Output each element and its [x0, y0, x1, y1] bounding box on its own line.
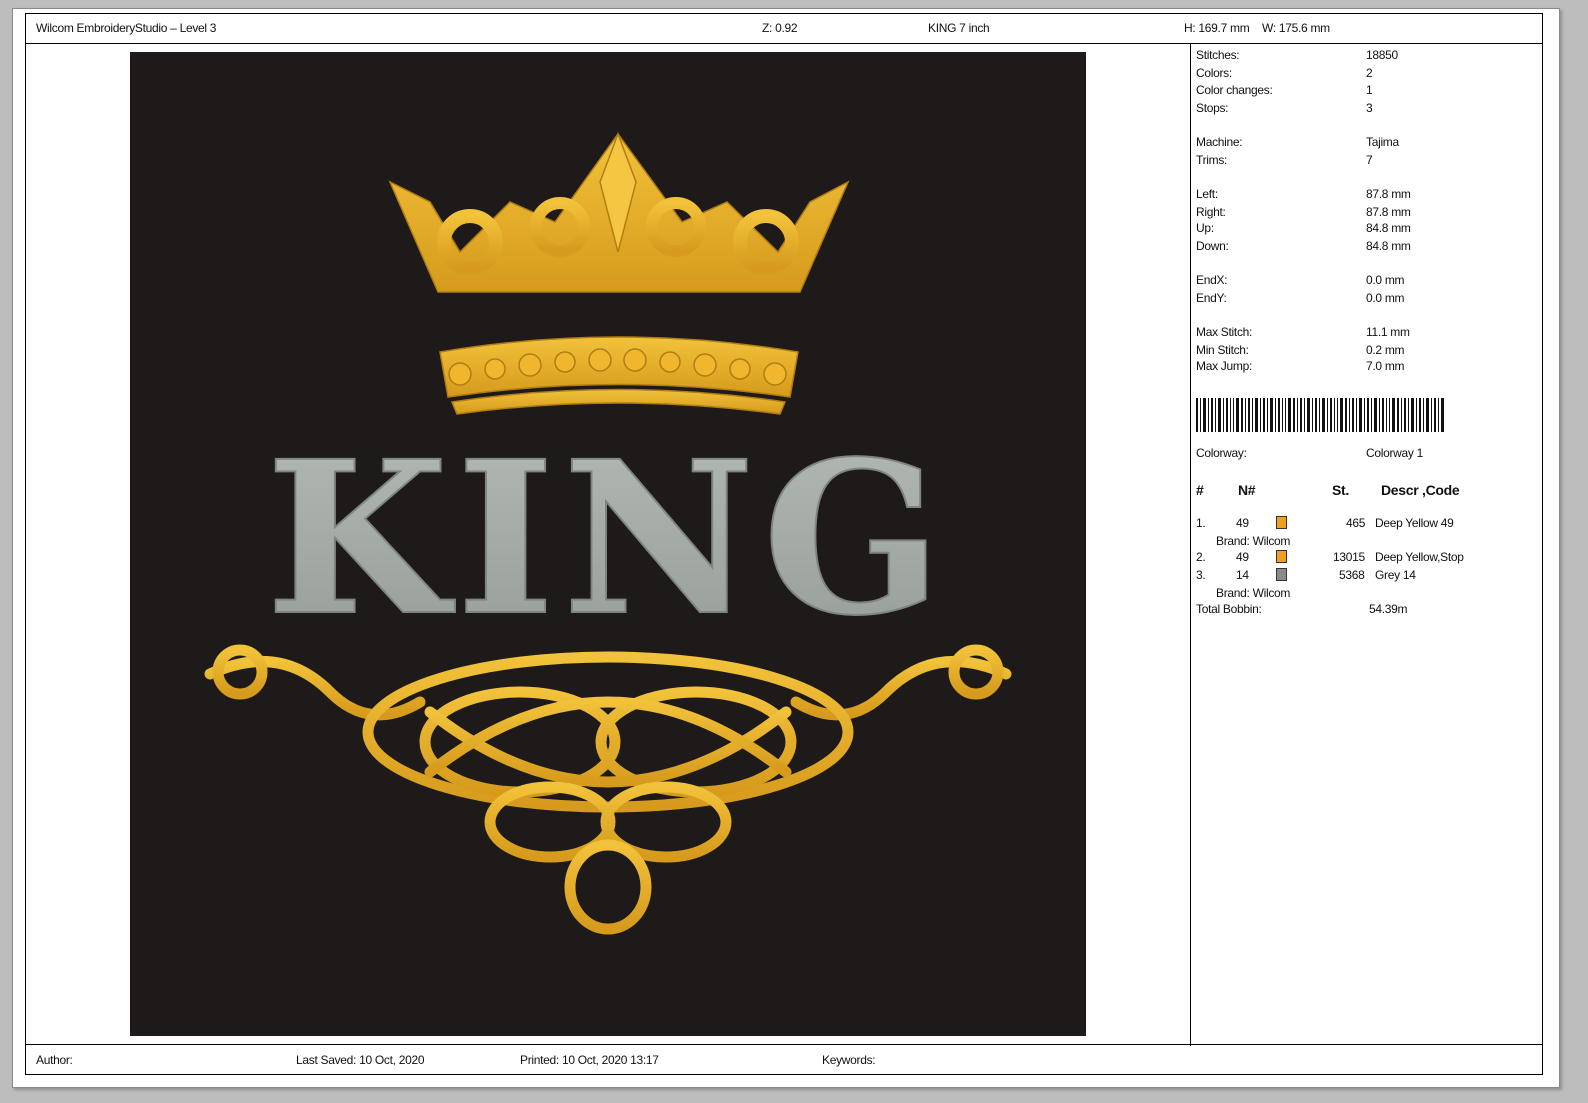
color-swatch — [1276, 568, 1287, 581]
design-name: KING 7 inch — [928, 21, 990, 35]
printed-date: Printed: 10 Oct, 2020 13:17 — [520, 1053, 659, 1067]
crown-graphic — [388, 131, 850, 415]
col-header-descr: Descr ,Code — [1381, 482, 1460, 498]
app-title: Wilcom EmbroideryStudio – Level 3 — [36, 21, 217, 35]
author-label: Author: — [36, 1053, 73, 1067]
zoom-level: Z: 0.92 — [762, 21, 798, 35]
col-header-st: St. — [1332, 482, 1349, 498]
last-saved: Last Saved: 10 Oct, 2020 — [296, 1053, 425, 1067]
worksheet-frame: Wilcom EmbroideryStudio – Level 3 Z: 0.9… — [25, 13, 1543, 1075]
col-header-num: # — [1196, 482, 1204, 498]
scroll-ornament — [204, 644, 1012, 935]
worksheet-footer: Author: Last Saved: 10 Oct, 2020 Printed… — [26, 1044, 1542, 1074]
panel-divider — [1190, 44, 1191, 1046]
design-width: W: 175.6 mm — [1262, 21, 1330, 35]
barcode — [1196, 398, 1444, 432]
king-design-artwork: KING — [204, 131, 1012, 935]
color-swatch — [1276, 516, 1287, 529]
print-preview-page: Wilcom EmbroideryStudio – Level 3 Z: 0.9… — [12, 8, 1560, 1088]
king-text: KING — [266, 415, 950, 662]
design-height: H: 169.7 mm — [1184, 21, 1250, 35]
embroidery-design-preview: KING — [130, 52, 1086, 1036]
worksheet-header: Wilcom EmbroideryStudio – Level 3 Z: 0.9… — [26, 14, 1542, 44]
col-header-n: N# — [1238, 482, 1256, 498]
color-swatch — [1276, 550, 1287, 563]
keywords-label: Keywords: — [822, 1053, 876, 1067]
